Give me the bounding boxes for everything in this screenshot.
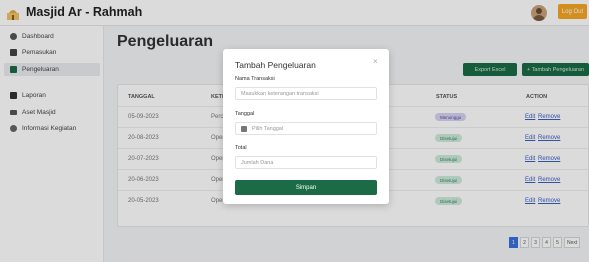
total-input[interactable]: Jumlah Dana bbox=[235, 156, 377, 169]
transaction-name-placeholder: Masukkan keterangan transaksi bbox=[241, 90, 319, 97]
add-expense-modal: Tambah Pengeluaran × Nama Transaksi Masu… bbox=[223, 49, 389, 204]
modal-title: Tambah Pengeluaran bbox=[235, 60, 316, 70]
date-input[interactable]: Pilih Tanggal bbox=[235, 122, 377, 135]
transaction-name-label: Nama Transaksi bbox=[235, 76, 275, 82]
total-label: Total bbox=[235, 145, 247, 151]
close-icon[interactable]: × bbox=[373, 57, 378, 66]
save-button[interactable]: Simpan bbox=[235, 180, 377, 195]
total-placeholder: Jumlah Dana bbox=[241, 159, 274, 166]
transaction-name-input[interactable]: Masukkan keterangan transaksi bbox=[235, 87, 377, 100]
date-placeholder: Pilih Tanggal bbox=[252, 125, 284, 132]
date-label: Tanggal bbox=[235, 111, 255, 117]
calendar-icon bbox=[241, 125, 247, 132]
